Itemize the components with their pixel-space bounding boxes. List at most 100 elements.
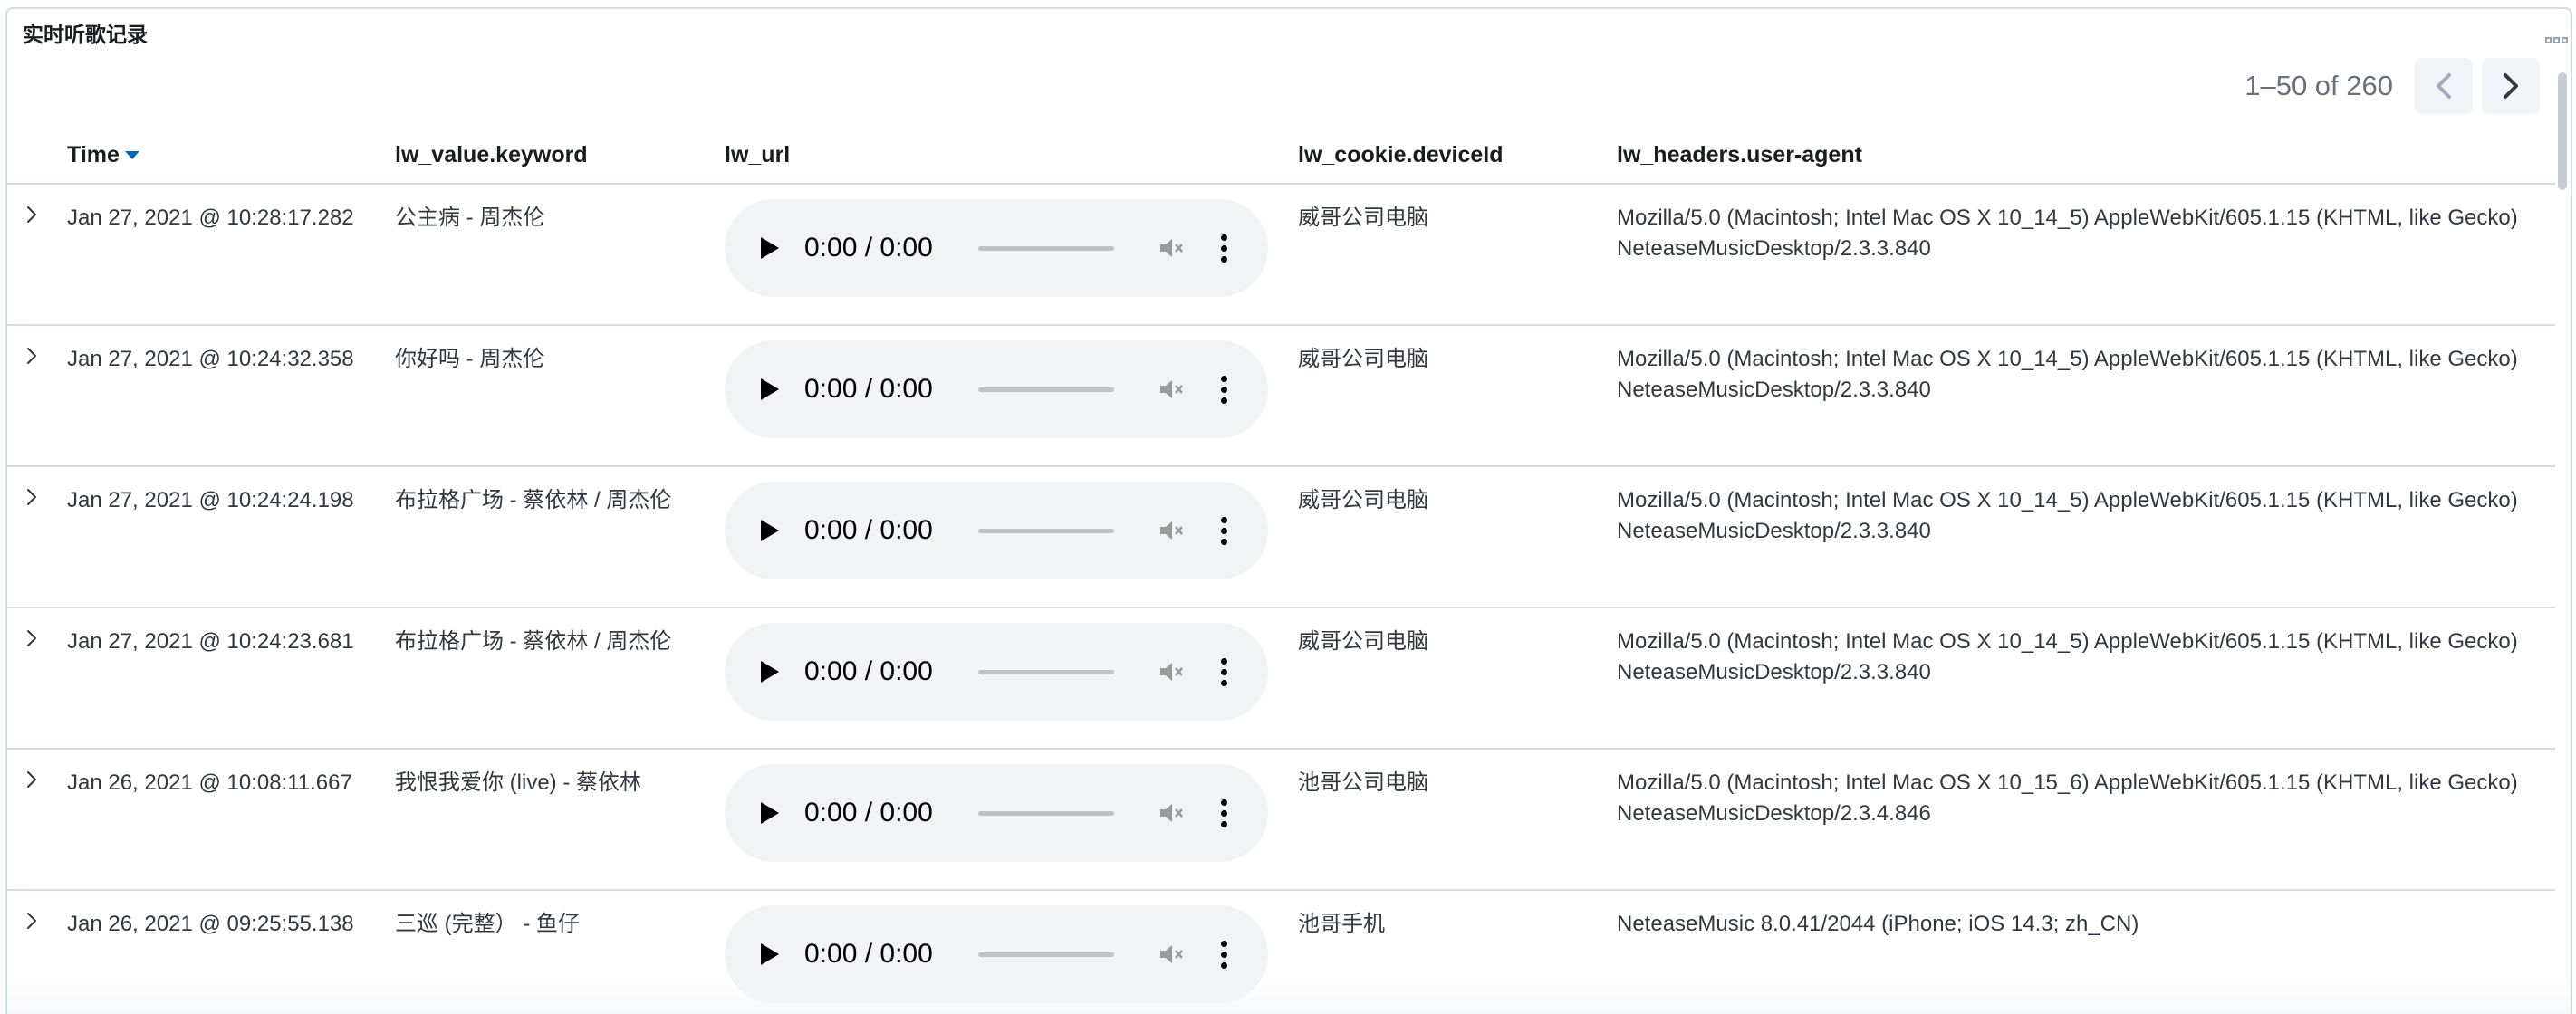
chevron-right-icon[interactable]: [25, 346, 38, 366]
time-cell: Jan 27, 2021 @ 10:28:17.282: [67, 184, 395, 325]
time-cell: Jan 27, 2021 @ 10:24:24.198: [67, 466, 395, 607]
chevron-right-icon[interactable]: [25, 911, 38, 931]
chevron-right-icon[interactable]: [25, 205, 38, 225]
user-agent-cell: Mozilla/5.0 (Macintosh; Intel Mac OS X 1…: [1617, 184, 2555, 325]
more-options-icon[interactable]: [1221, 516, 1227, 545]
row-device: 池哥公司电脑: [1298, 770, 1428, 795]
audio-player: 0:00 / 0:00: [725, 764, 1268, 862]
play-icon[interactable]: [761, 237, 779, 259]
chevron-right-icon[interactable]: [25, 487, 38, 507]
previous-page-button[interactable]: [2415, 58, 2473, 114]
volume-muted-icon[interactable]: [1158, 376, 1185, 403]
volume-muted-icon[interactable]: [1158, 658, 1185, 685]
device-cell: 威哥公司电脑: [1298, 184, 1617, 325]
row-user-agent: NeteaseMusic 8.0.41/2044 (iPhone; iOS 14…: [1617, 912, 2139, 936]
user-agent-cell: NeteaseMusic 8.0.41/2044 (iPhone; iOS 14…: [1617, 890, 2555, 1014]
chevron-right-icon[interactable]: [25, 770, 38, 789]
table-row: Jan 27, 2021 @ 10:24:23.681 布拉格广场 - 蔡依林 …: [7, 607, 2555, 749]
row-device: 威哥公司电脑: [1298, 347, 1428, 371]
table-row: Jan 27, 2021 @ 10:24:24.198 布拉格广场 - 蔡依林 …: [7, 466, 2555, 607]
chevron-right-icon: [2504, 73, 2518, 99]
time-cell: Jan 26, 2021 @ 10:08:11.667: [67, 749, 395, 890]
device-cell: 池哥手机: [1298, 890, 1617, 1014]
column-header-time[interactable]: Time: [67, 127, 395, 184]
keyword-cell: 布拉格广场 - 蔡依林 / 周杰伦: [395, 607, 725, 749]
row-keyword: 布拉格广场 - 蔡依林 / 周杰伦: [395, 488, 672, 512]
column-header-url[interactable]: lw_url: [725, 127, 1298, 184]
expand-cell: [7, 749, 67, 890]
table-header-row: Time lw_value.keyword lw_url lw_cookie.d…: [7, 127, 2555, 184]
device-cell: 威哥公司电脑: [1298, 607, 1617, 749]
more-options-icon[interactable]: [1221, 375, 1227, 404]
row-keyword: 布拉格广场 - 蔡依林 / 周杰伦: [395, 629, 672, 654]
audio-player: 0:00 / 0:00: [725, 199, 1268, 297]
expand-cell: [7, 890, 67, 1014]
time-cell: Jan 27, 2021 @ 10:24:32.358: [67, 325, 395, 466]
column-header-device[interactable]: lw_cookie.deviceId: [1298, 127, 1617, 184]
audio-player: 0:00 / 0:00: [725, 905, 1268, 1003]
device-cell: 池哥公司电脑: [1298, 749, 1617, 890]
keyword-cell: 公主病 - 周杰伦: [395, 184, 725, 325]
more-options-icon[interactable]: [1221, 940, 1227, 969]
vertical-scrollbar[interactable]: [2558, 72, 2567, 190]
audio-time: 0:00 / 0:00: [804, 798, 933, 827]
url-cell: 0:00 / 0:00: [725, 184, 1298, 325]
chevron-right-icon[interactable]: [25, 628, 38, 648]
url-cell: 0:00 / 0:00: [725, 607, 1298, 749]
audio-seek-slider[interactable]: [978, 528, 1114, 533]
table-row: Jan 27, 2021 @ 10:28:17.282 公主病 - 周杰伦 0:…: [7, 184, 2555, 325]
time-cell: Jan 27, 2021 @ 10:24:23.681: [67, 607, 395, 749]
row-user-agent: Mozilla/5.0 (Macintosh; Intel Mac OS X 1…: [1617, 629, 2518, 684]
audio-time: 0:00 / 0:00: [804, 939, 933, 969]
audio-seek-slider[interactable]: [978, 245, 1114, 251]
column-header-user-agent[interactable]: lw_headers.user-agent: [1617, 127, 2555, 184]
play-icon[interactable]: [761, 378, 779, 400]
more-options-icon[interactable]: [1221, 234, 1227, 263]
volume-muted-icon[interactable]: [1158, 517, 1185, 544]
row-user-agent: Mozilla/5.0 (Macintosh; Intel Mac OS X 1…: [1617, 488, 2518, 543]
url-cell: 0:00 / 0:00: [725, 325, 1298, 466]
pagination: 1–50 of 260: [2244, 58, 2540, 114]
sort-descending-icon[interactable]: [124, 151, 139, 160]
keyword-cell: 我恨我爱你 (live) - 蔡依林: [395, 749, 725, 890]
audio-time: 0:00 / 0:00: [804, 515, 933, 545]
volume-muted-icon[interactable]: [1158, 941, 1185, 968]
next-page-button[interactable]: [2482, 58, 2540, 114]
audio-seek-slider[interactable]: [978, 810, 1114, 816]
row-user-agent: Mozilla/5.0 (Macintosh; Intel Mac OS X 1…: [1617, 770, 2518, 826]
audio-player: 0:00 / 0:00: [725, 623, 1268, 721]
device-cell: 威哥公司电脑: [1298, 325, 1617, 466]
row-device: 威哥公司电脑: [1298, 629, 1428, 654]
volume-muted-icon[interactable]: [1158, 799, 1185, 827]
audio-seek-slider[interactable]: [978, 669, 1114, 674]
play-icon[interactable]: [761, 520, 779, 541]
play-icon[interactable]: [761, 802, 779, 824]
row-time: Jan 27, 2021 @ 10:28:17.282: [67, 206, 354, 230]
row-time: Jan 26, 2021 @ 10:08:11.667: [67, 770, 352, 795]
row-keyword: 公主病 - 周杰伦: [395, 206, 545, 230]
url-cell: 0:00 / 0:00: [725, 749, 1298, 890]
row-time: Jan 26, 2021 @ 09:25:55.138: [67, 912, 354, 936]
expand-cell: [7, 184, 67, 325]
row-keyword: 你好吗 - 周杰伦: [395, 347, 545, 371]
play-icon[interactable]: [761, 661, 779, 683]
audio-seek-slider[interactable]: [978, 387, 1114, 392]
volume-muted-icon[interactable]: [1158, 234, 1185, 262]
documents-table: Time lw_value.keyword lw_url lw_cookie.d…: [7, 127, 2555, 1014]
more-options-icon[interactable]: [1221, 657, 1227, 686]
row-keyword: 三巡 (完整） - 鱼仔: [395, 912, 580, 936]
play-icon[interactable]: [761, 943, 779, 965]
time-cell: Jan 26, 2021 @ 09:25:55.138: [67, 890, 395, 1014]
row-keyword: 我恨我爱你 (live) - 蔡依林: [395, 770, 641, 795]
keyword-cell: 三巡 (完整） - 鱼仔: [395, 890, 725, 1014]
keyword-cell: 布拉格广场 - 蔡依林 / 周杰伦: [395, 466, 725, 607]
more-options-icon[interactable]: [1221, 799, 1227, 827]
row-device: 威哥公司电脑: [1298, 206, 1428, 230]
row-time: Jan 27, 2021 @ 10:24:24.198: [67, 488, 354, 512]
column-header-keyword[interactable]: lw_value.keyword: [395, 127, 725, 184]
row-user-agent: Mozilla/5.0 (Macintosh; Intel Mac OS X 1…: [1617, 347, 2518, 402]
audio-seek-slider[interactable]: [978, 952, 1114, 957]
row-device: 池哥手机: [1298, 912, 1385, 936]
panel-options-icon[interactable]: [2538, 22, 2571, 58]
user-agent-cell: Mozilla/5.0 (Macintosh; Intel Mac OS X 1…: [1617, 749, 2555, 890]
